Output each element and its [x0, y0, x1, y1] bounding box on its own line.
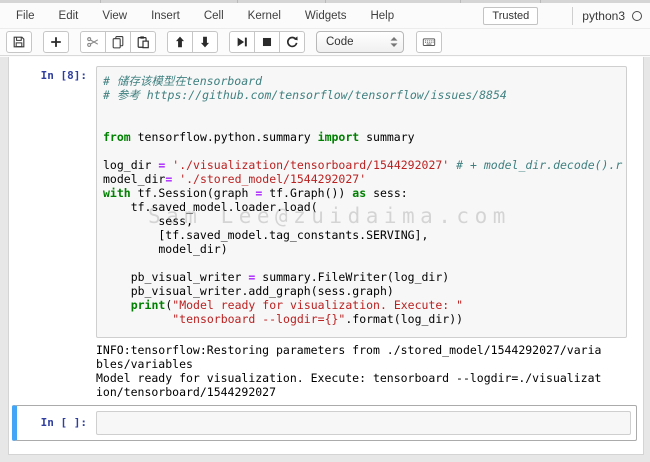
- input-prompt: In [8]:: [40, 69, 87, 82]
- menu-items: File Edit View Insert Cell Kernel Widgets Help: [4, 10, 406, 22]
- save-icon: [12, 35, 26, 49]
- code-line: [tf.saved_model.tag_constants.SERVING],: [103, 228, 429, 242]
- move-cell-down-button[interactable]: [192, 31, 218, 53]
- code-line: log_dir = './visualization/tensorboard/1…: [103, 158, 623, 172]
- toolbar-button-group: [229, 31, 305, 53]
- copy-icon: [111, 35, 125, 49]
- arrow-down-icon: [198, 35, 212, 49]
- toolbar-button-group: [167, 31, 218, 53]
- code-line: model_dir): [103, 242, 228, 256]
- paste-cell-button[interactable]: [130, 31, 156, 53]
- copy-cell-button[interactable]: [105, 31, 131, 53]
- code-line: pb_visual_writer = summary.FileWriter(lo…: [103, 270, 450, 284]
- restart-icon: [285, 35, 299, 49]
- menu-item-help[interactable]: Help: [358, 10, 406, 22]
- code-line: "tensorboard --logdir={}".format(log_dir…: [172, 312, 464, 326]
- code-line: model_dir= './stored_model/1544292027': [103, 172, 367, 186]
- kernel-name-label: python3: [582, 8, 625, 23]
- code-line: tf.saved_model.loader.load(: [103, 200, 318, 214]
- move-cell-up-button[interactable]: [167, 31, 193, 53]
- cell-output: INFO:tensorflow:Restoring parameters fro…: [96, 343, 633, 399]
- command-palette-button[interactable]: [416, 31, 442, 53]
- kernel-divider: [572, 6, 574, 25]
- jupyter-notebook-window: File Edit View Insert Cell Kernel Widgets Help …: [0, 0, 650, 462]
- menu-item-view[interactable]: View: [90, 10, 139, 22]
- interrupt-kernel-button[interactable]: [254, 31, 280, 53]
- menu-item-insert[interactable]: Insert: [139, 10, 192, 22]
- code-line: print("Model ready for visualization. Ex…: [130, 298, 464, 312]
- cell-type-select[interactable]: Code: [316, 31, 404, 53]
- code-line: # 参考 https://github.com/tensorflow/tenso…: [103, 88, 507, 102]
- output-line: Model ready for visualization. Execute: …: [96, 371, 602, 385]
- kernel-idle-icon: [632, 10, 642, 21]
- header-right: Trusted python3: [483, 6, 642, 25]
- select-arrows-icon: [388, 35, 400, 49]
- code-line: with tf.Session(graph = tf.Graph()) as s…: [103, 186, 408, 200]
- toolbar-buttons: [6, 31, 316, 53]
- keyboard-icon: [422, 35, 436, 49]
- cut-cell-button[interactable]: [80, 31, 106, 53]
- toolbar-button-group: [80, 31, 156, 53]
- paste-icon: [136, 35, 150, 49]
- output-line: ion/tensorboard/1544292027: [96, 385, 277, 399]
- notebook-header: File Edit View Insert Cell Kernel Widgets Help …: [0, 3, 650, 57]
- trusted-button[interactable]: Trusted: [483, 6, 539, 25]
- menu-item-cell[interactable]: Cell: [192, 10, 236, 22]
- save-notebook-button[interactable]: [6, 31, 32, 53]
- toolbar-button-group: [6, 31, 32, 53]
- empty-code-cell-selected[interactable]: In [ ]:: [12, 405, 637, 441]
- code-line: pb_visual_writer.add_graph(sess.graph): [103, 284, 394, 298]
- menu-item-widgets[interactable]: Widgets: [293, 10, 359, 22]
- add-cell-button[interactable]: [43, 31, 69, 53]
- menu-item-kernel[interactable]: Kernel: [236, 10, 293, 22]
- code-cell-8[interactable]: In [8]: # 储存该模型在tensorboard # 参考 https://…: [9, 66, 643, 338]
- menu-item-edit[interactable]: Edit: [47, 10, 91, 22]
- code-line: # 储存该模型在tensorboard: [103, 74, 263, 88]
- step-forward-icon: [235, 35, 249, 49]
- code-line: sess,: [103, 214, 194, 228]
- code-editor[interactable]: # 储存该模型在tensorboard # 参考 https://github.c…: [96, 66, 627, 338]
- toolbar-button-group: [43, 31, 69, 53]
- run-cell-button[interactable]: [229, 31, 255, 53]
- code-line: from tensorflow.python.summary import su…: [103, 130, 415, 144]
- restart-kernel-button[interactable]: [279, 31, 305, 53]
- menu-item-file[interactable]: File: [4, 10, 47, 22]
- notebook-container: In [8]: # 储存该模型在tensorboard # 参考 https://…: [8, 57, 644, 455]
- arrow-up-icon: [173, 35, 187, 49]
- plus-icon: [49, 35, 63, 49]
- toolbar: Code: [0, 29, 650, 56]
- output-line: bles/variables: [96, 357, 193, 371]
- stop-icon: [260, 35, 274, 49]
- menu-bar: File Edit View Insert Cell Kernel Widgets Help …: [0, 3, 650, 29]
- output-line: INFO:tensorflow:Restoring parameters fro…: [96, 343, 602, 357]
- empty-code-editor[interactable]: [96, 411, 631, 435]
- input-prompt-empty: In [ ]:: [40, 416, 87, 429]
- scissors-icon: [86, 35, 100, 49]
- cell-type-value: Code: [326, 36, 354, 48]
